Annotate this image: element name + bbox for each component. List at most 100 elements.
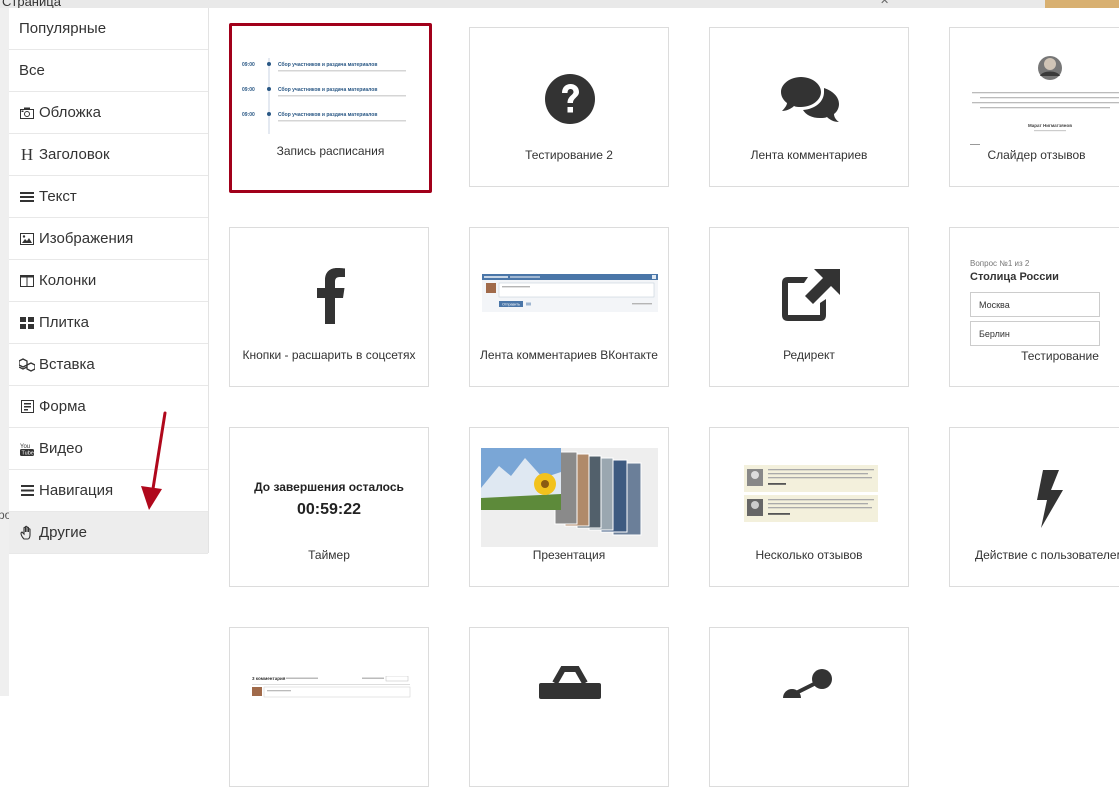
svg-text:Tube: Tube [22,450,34,456]
image-icon [19,231,35,247]
sidebar-item-video[interactable]: You Tube Видео [9,428,208,470]
block-gallery: 09:00 Сбор участников и раздача материал… [210,8,1119,787]
block-card-label: Несколько отзывов [755,548,863,562]
sidebar-item-cover[interactable]: Обложка [9,92,208,134]
block-card-label: Таймер [308,548,350,562]
block-card-label: Кнопки - расшарить в соцсетях [242,348,416,362]
sidebar-item-label: Плитка [39,314,90,331]
annotation-arrow [141,411,167,510]
sidebar-item-all[interactable]: Все [9,50,208,92]
block-card-presentation[interactable]: Презентация [469,427,669,587]
schedule-time: 09:00 [242,87,255,93]
sidebar-item-label: Навигация [39,482,114,499]
block-card-multiple-reviews[interactable]: Несколько отзывов [709,427,909,587]
block-card-testing-2[interactable]: Тестирование 2 [469,27,669,187]
block-card-label: Редирект [783,348,835,362]
comments-count: 3 комментария [252,676,286,681]
bolt-icon [1037,470,1063,528]
schedule-time: 09:00 [242,112,255,118]
timer-title: До завершения осталось [254,480,404,494]
sidebar-item-label: Заголовок [39,146,110,163]
sidebar-item-text[interactable]: Текст [9,176,208,218]
timer-value: 00:59:22 [296,501,362,518]
camera-icon [19,105,35,121]
sidebar-item-label: Изображения [39,230,134,247]
sidebar-item-label: Все [19,62,45,79]
schedule-title: Сбор участников и раздача материалов [278,86,377,93]
form-icon [19,399,35,415]
block-card-vk-comments[interactable]: Отправить Лента комментариев ВКонтакте [469,227,669,387]
sidebar-item-label: Форма [39,398,86,415]
basket-icon [539,666,601,699]
reviews-slider-preview: Марат Нигматзянов ‹ [970,56,1119,145]
testing-question: Столица России [970,271,1059,283]
block-card-label: Запись расписания [276,144,385,158]
cubes-icon [19,357,35,373]
vk-comments-preview: Отправить [482,274,658,312]
text-lines-icon [19,189,35,205]
comments-alt-preview: 3 комментария [252,676,411,698]
sidebar-item-popular[interactable]: Популярные [9,8,208,50]
testing-counter: Вопрос №1 из 2 [970,259,1030,268]
block-card-redirect[interactable]: Редирект [709,227,909,387]
background-toolbar: Страница ✕ [0,0,1119,9]
block-card-comments-alt[interactable]: 3 комментария [229,627,429,787]
header-icon: H [20,144,34,164]
block-card-comments-feed[interactable]: Лента комментариев [709,27,909,187]
schedule-preview: 09:00 Сбор участников и раздача материал… [242,58,406,134]
sidebar-item-navigation[interactable]: Навигация [9,470,208,512]
testing-option: Москва [970,292,1100,317]
tiles-icon [19,315,35,331]
external-link-icon [782,269,840,321]
sidebar-item-label: Видео [39,440,83,457]
block-card-share-buttons[interactable]: Кнопки - расшарить в соцсетях [229,227,429,387]
block-card-timer[interactable]: До завершения осталось 00:59:22 Таймер [229,427,429,587]
block-card-user-action[interactable]: Действие с пользователем [949,427,1119,587]
question-circle-icon [545,74,595,124]
background-accent-block [1045,0,1119,8]
presentation-preview [481,448,658,547]
sidebar-item-label: Обложка [39,104,101,121]
sidebar-item-images[interactable]: Изображения [9,218,208,260]
vk-send-button: Отправить [502,303,520,307]
schedule-title: Сбор участников и раздача материалов [278,111,377,118]
sidebar-item-tiles[interactable]: Плитка [9,302,208,344]
reviewer-name: Марат Нигматзянов [1028,123,1072,128]
schedule-time: 09:00 [242,62,255,68]
sidebar-item-label: Колонки [39,272,97,289]
schedule-title: Сбор участников и раздача материалов [278,61,377,68]
block-card-label: Лента комментариев [750,148,868,162]
block-card-label: Действие с пользователем [975,548,1119,562]
block-card-reviews-slider[interactable]: Марат Нигматзянов ‹ Слайдер отзывов [949,27,1119,187]
block-card-label: Тестирование 2 [525,148,613,162]
hand-icon [19,525,35,541]
sidebar-item-columns[interactable]: Колонки [9,260,208,302]
block-card-share[interactable] [709,627,909,787]
block-card-label: Тестирование [1005,349,1115,363]
share-alt-icon [783,669,832,698]
close-icon: ✕ [880,0,890,7]
reviews-preview [744,465,878,522]
columns-icon [19,273,35,289]
category-sidebar: Популярные Все Обложка H Заголовок Текст… [9,8,209,554]
block-card-label: Презентация [532,548,606,562]
sidebar-item-embed[interactable]: Вставка [9,344,208,386]
bars-icon [19,483,35,499]
sidebar-item-label: Популярные [19,20,107,37]
sidebar-item-form[interactable]: Форма [9,386,208,428]
facebook-icon [317,268,345,324]
testing-option: Берлин [970,321,1100,346]
sidebar-item-label: Текст [39,188,77,205]
sidebar-item-heading[interactable]: H Заголовок [9,134,208,176]
youtube-icon: You Tube [19,441,35,457]
sidebar-item-other[interactable]: Другие [9,512,208,554]
block-card-label: Лента комментариев ВКонтакте [480,348,658,362]
comments-icon [781,77,839,122]
sidebar-item-label: Вставка [39,356,95,373]
block-card-label: Слайдер отзывов [987,148,1086,162]
block-card-testing[interactable]: Вопрос №1 из 2 Столица России Москва Бер… [949,227,1119,387]
block-card-schedule[interactable]: 09:00 Сбор участников и раздача материал… [229,23,432,193]
block-card-basket[interactable] [469,627,669,787]
background-left-strip: ро [0,8,11,696]
sidebar-item-label: Другие [39,524,88,541]
